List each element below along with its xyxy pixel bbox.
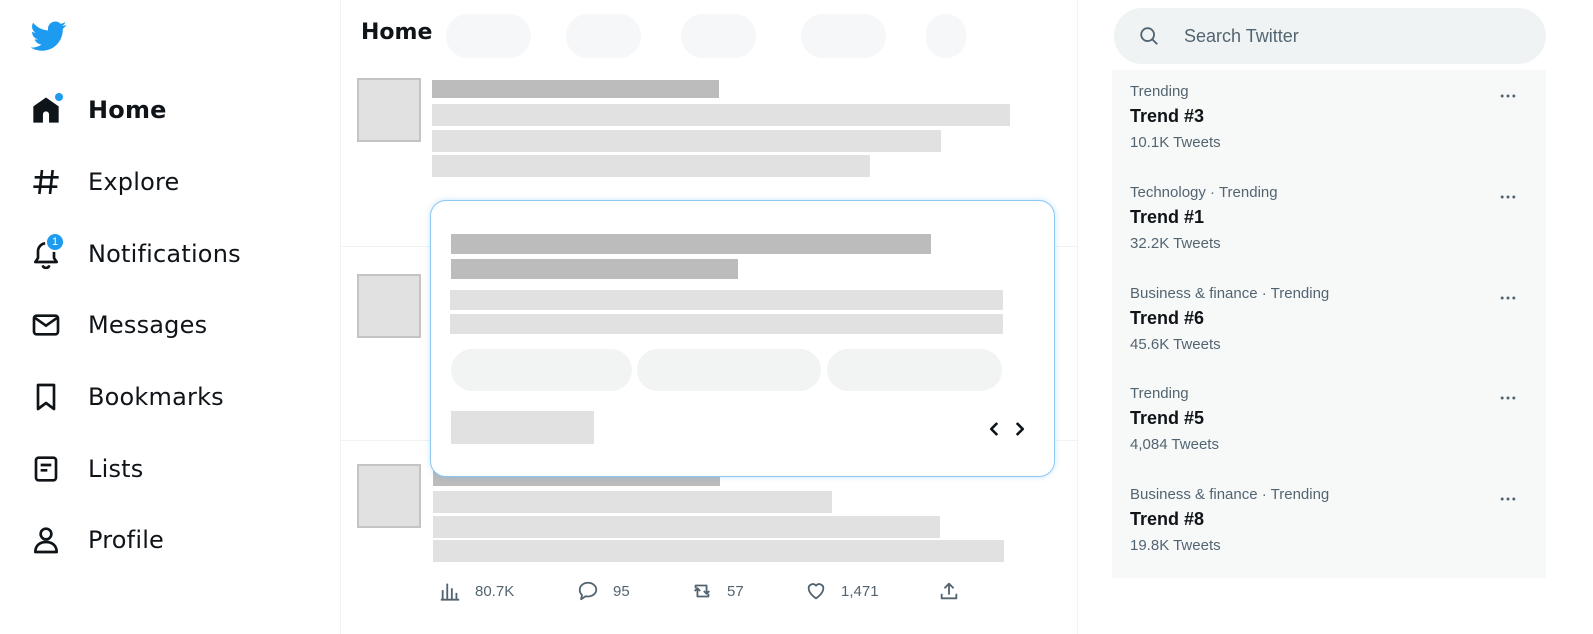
- avatar-placeholder: [357, 78, 421, 142]
- trend-name: Trend #3: [1130, 106, 1205, 126]
- twitter-bird-icon[interactable]: [30, 18, 68, 54]
- text-placeholder: [433, 516, 940, 538]
- search-icon: [1140, 27, 1158, 45]
- trend-count: 32.2K Tweets: [1130, 235, 1221, 252]
- trend-item[interactable]: Business & finance · Trending Trend #8 1…: [1112, 473, 1546, 573]
- text-placeholder: [432, 104, 1010, 126]
- more-icon[interactable]: [1496, 487, 1520, 511]
- trends-panel: Trending Trend #3 10.1K Tweets Technolog…: [1112, 70, 1546, 578]
- trend-context: Business & finance · Trending: [1130, 285, 1330, 302]
- retweet-icon: [694, 584, 710, 598]
- notification-badge: 1: [45, 232, 65, 252]
- home-icon: [28, 92, 64, 128]
- trend-count: 19.8K Tweets: [1130, 537, 1221, 554]
- nav-label-bookmarks: Bookmarks: [88, 383, 224, 411]
- more-icon[interactable]: [1496, 286, 1520, 310]
- button-placeholder[interactable]: [451, 411, 594, 444]
- trend-count: 10.1K Tweets: [1130, 134, 1221, 151]
- retweet-button[interactable]: 57: [691, 578, 744, 604]
- header-placeholder: [926, 14, 966, 58]
- reply-count: 95: [613, 582, 630, 600]
- retweet-count: 57: [727, 582, 744, 600]
- chevron-left-icon[interactable]: [984, 417, 1006, 441]
- trend-count: 4,084 Tweets: [1130, 436, 1219, 453]
- nav-item-notifications[interactable]: 1 Notifications: [28, 228, 288, 280]
- trend-name: Trend #5: [1130, 408, 1205, 428]
- reply-icon: [578, 581, 598, 601]
- trend-context: Technology · Trending: [1130, 184, 1278, 201]
- avatar-placeholder: [357, 274, 421, 338]
- text-placeholder: [432, 80, 719, 98]
- trend-context: Trending: [1130, 385, 1189, 402]
- bell-icon: 1: [28, 232, 65, 272]
- new-content-dot: [55, 93, 63, 101]
- header-placeholder: [801, 14, 886, 58]
- header-placeholder: [681, 14, 756, 58]
- nav-label-explore: Explore: [88, 168, 180, 196]
- text-placeholder: [450, 290, 1003, 310]
- trend-name: Trend #8: [1130, 509, 1205, 529]
- person-icon: [28, 522, 64, 558]
- header-placeholder: [446, 14, 531, 58]
- nav-label-home: Home: [88, 96, 167, 124]
- trend-item[interactable]: Trending Trend #3 10.1K Tweets: [1112, 70, 1546, 170]
- nav-item-bookmarks[interactable]: Bookmarks: [28, 371, 288, 423]
- views-button[interactable]: 80.7K: [439, 578, 514, 604]
- header-placeholder: [566, 14, 641, 58]
- nav-label-lists: Lists: [88, 455, 144, 483]
- like-button[interactable]: 1,471: [805, 578, 879, 604]
- text-placeholder: [432, 155, 870, 177]
- trend-item[interactable]: Trending Trend #5 4,084 Tweets: [1112, 372, 1546, 472]
- text-placeholder: [451, 259, 738, 279]
- page-title: Home: [361, 20, 433, 45]
- pill-placeholder[interactable]: [451, 349, 632, 391]
- trend-context: Trending: [1130, 83, 1189, 100]
- text-placeholder: [451, 234, 931, 254]
- bookmark-icon: [28, 379, 64, 415]
- avatar-placeholder: [357, 464, 421, 528]
- nav-label-profile: Profile: [88, 526, 165, 554]
- pill-placeholder[interactable]: [827, 349, 1002, 391]
- heart-icon: [807, 583, 825, 600]
- list-icon: [28, 451, 64, 487]
- hover-card: [430, 200, 1055, 477]
- views-count: 80.7K: [475, 582, 515, 600]
- nav-item-explore[interactable]: Explore: [28, 156, 288, 208]
- nav-item-messages[interactable]: Messages: [28, 299, 288, 351]
- text-placeholder: [450, 314, 1003, 334]
- nav-item-lists[interactable]: Lists: [28, 443, 288, 495]
- chevron-right-icon[interactable]: [1008, 417, 1030, 441]
- share-button[interactable]: [938, 578, 974, 604]
- share-icon: [940, 582, 958, 600]
- search-bar[interactable]: [1114, 8, 1546, 64]
- reply-button[interactable]: 95: [577, 578, 630, 604]
- envelope-icon: [28, 307, 64, 343]
- text-placeholder: [433, 491, 832, 513]
- trend-item[interactable]: Business & finance · Trending Trend #6 4…: [1112, 272, 1546, 372]
- trend-name: Trend #1: [1130, 207, 1205, 227]
- trend-context: Business & finance · Trending: [1130, 486, 1330, 503]
- search-input[interactable]: [1184, 21, 1524, 51]
- text-placeholder: [433, 540, 1004, 562]
- nav-item-profile[interactable]: Profile: [28, 514, 288, 566]
- trend-name: Trend #6: [1130, 308, 1205, 328]
- pill-placeholder[interactable]: [637, 349, 821, 391]
- sidebar-nav: Home Explore 1 Notifications Messages Bo…: [0, 0, 340, 634]
- nav-label-messages: Messages: [88, 311, 208, 339]
- more-icon[interactable]: [1496, 386, 1520, 410]
- chart-icon: [440, 583, 460, 601]
- text-placeholder: [432, 130, 941, 152]
- nav-item-home[interactable]: Home: [28, 84, 288, 136]
- hashtag-icon: [28, 164, 64, 200]
- trend-count: 45.6K Tweets: [1130, 336, 1221, 353]
- nav-label-notifications: Notifications: [88, 240, 241, 268]
- more-icon[interactable]: [1496, 84, 1520, 108]
- trend-item[interactable]: Technology · Trending Trend #1 32.2K Twe…: [1112, 171, 1546, 271]
- like-count: 1,471: [841, 582, 879, 600]
- more-icon[interactable]: [1496, 185, 1520, 209]
